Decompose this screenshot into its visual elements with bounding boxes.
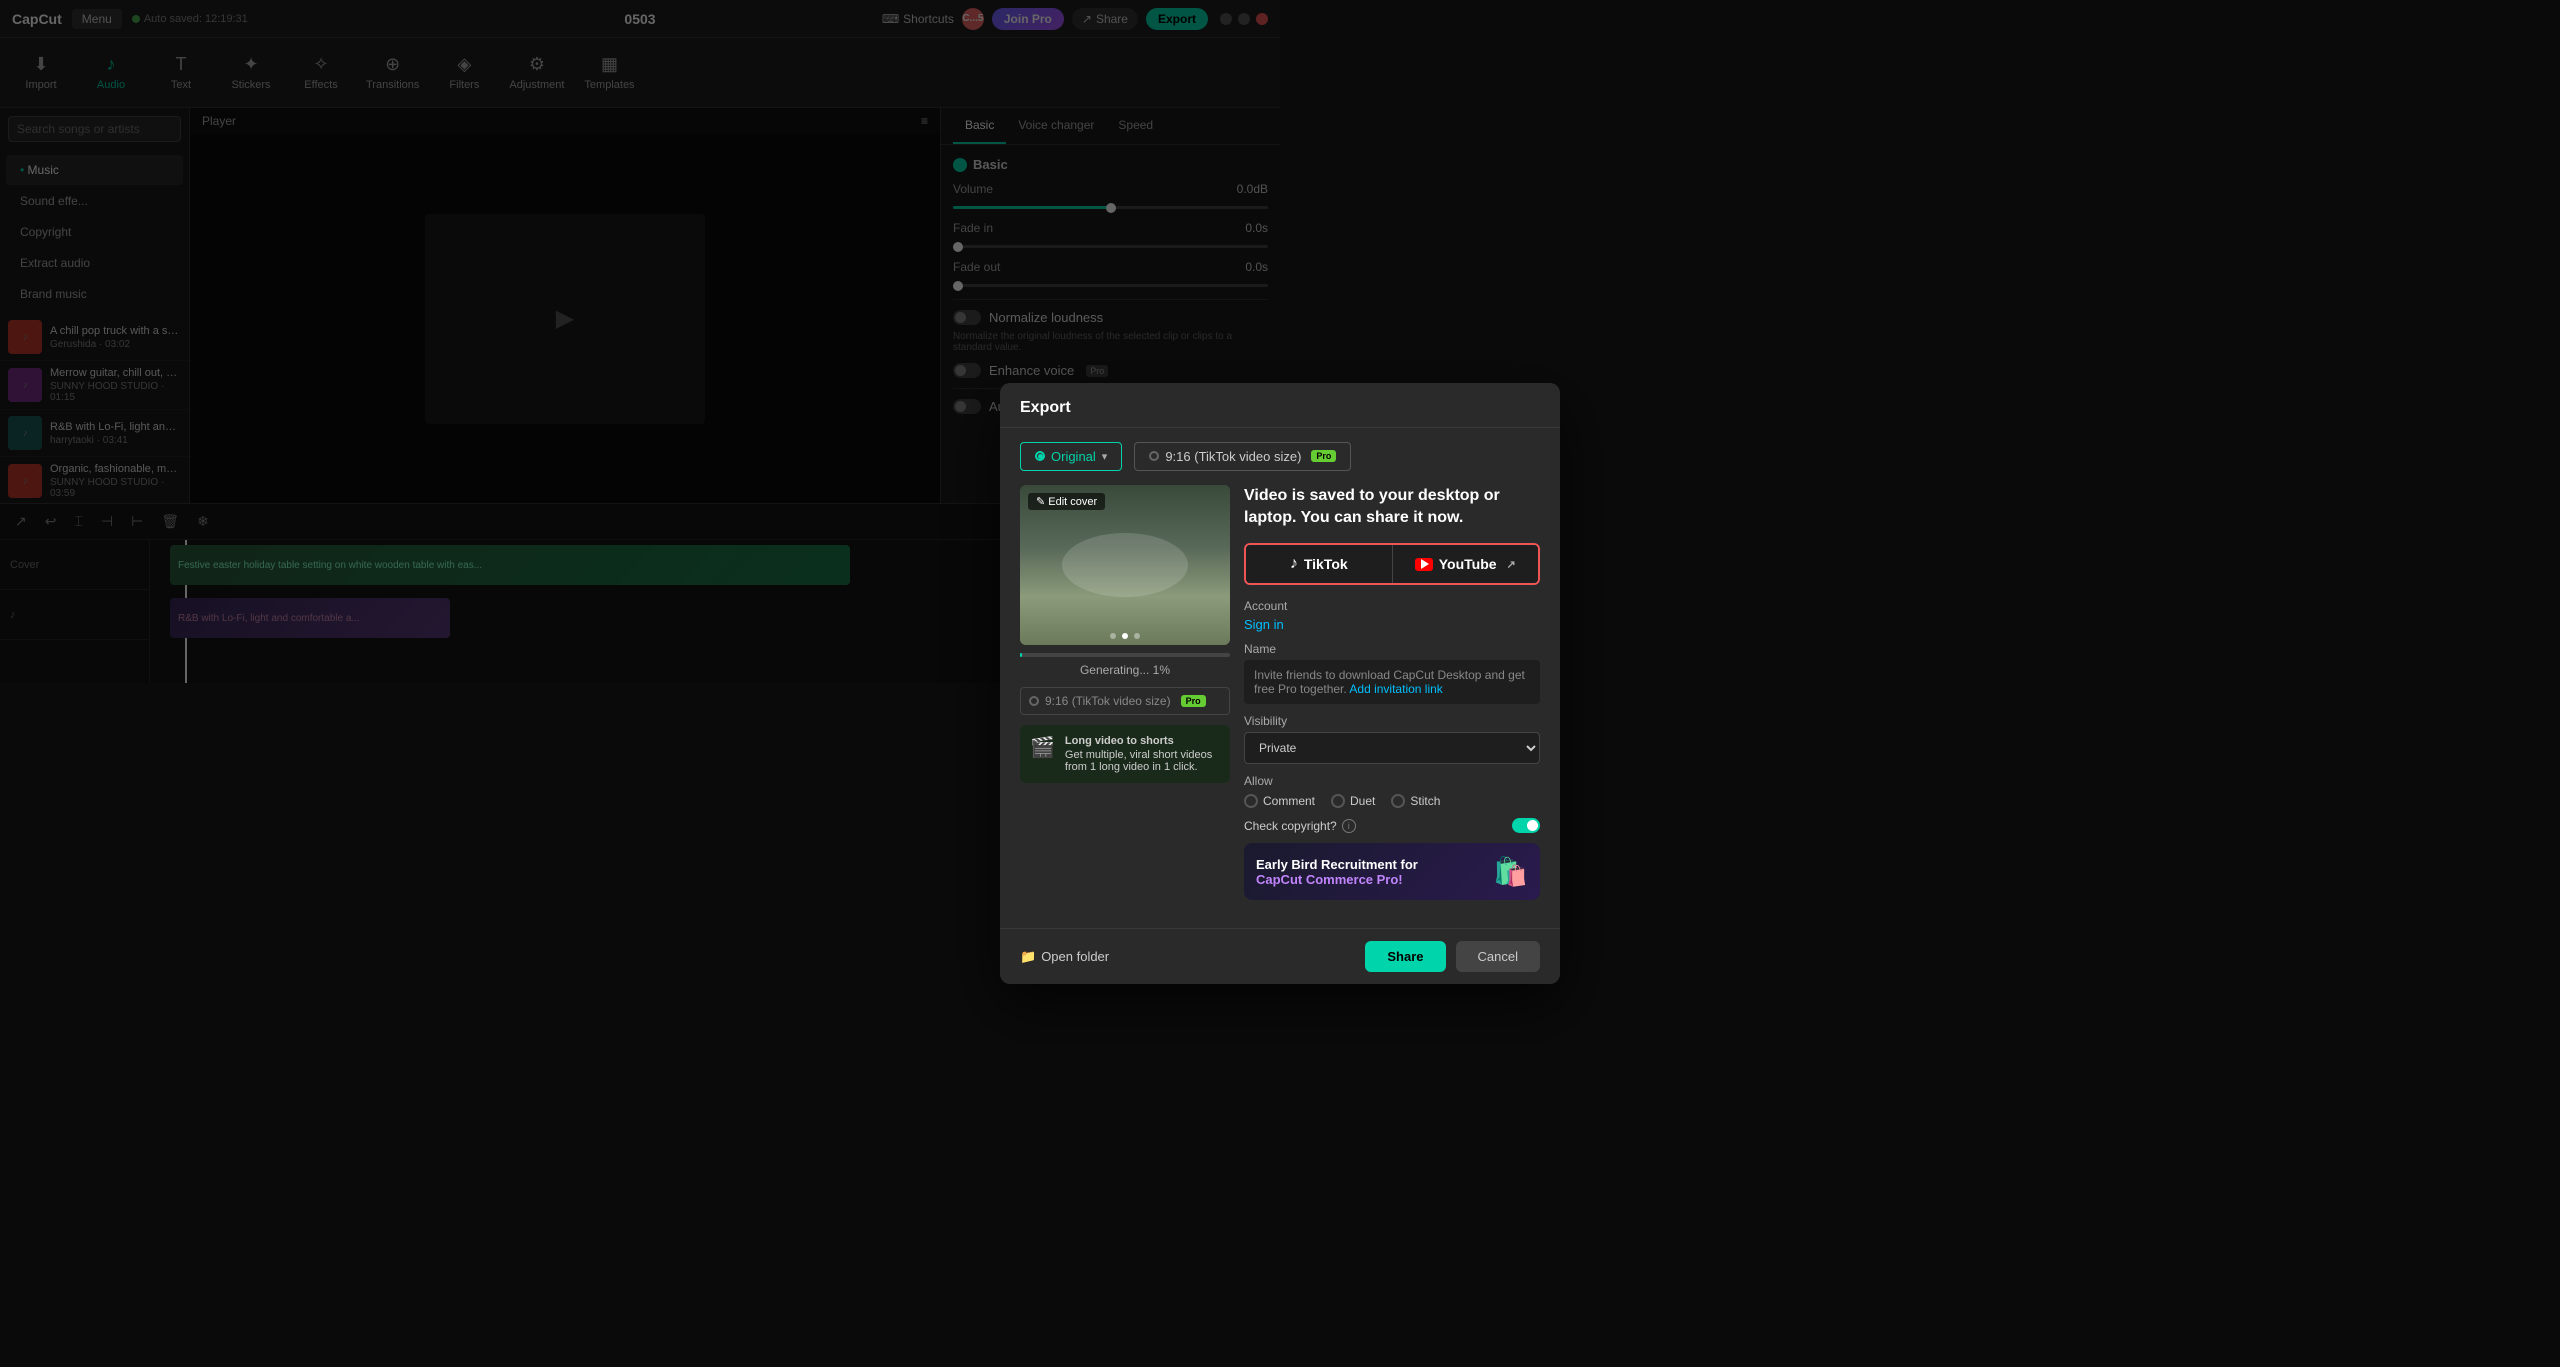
modal-body: Original ▾ 9:16 (TikTok video size) Pro: [1000, 428, 1560, 929]
allow-options: Comment Duet Stitch: [1244, 794, 1540, 808]
info-icon[interactable]: i: [1342, 819, 1356, 833]
modal-right: Video is saved to your desktop or laptop…: [1244, 485, 1540, 915]
preview-controls: [1110, 633, 1140, 639]
preview-dot-1: [1110, 633, 1116, 639]
allow-duet[interactable]: Duet: [1331, 794, 1375, 808]
duet-label: Duet: [1350, 794, 1375, 808]
format-tabs: Original ▾ 9:16 (TikTok video size) Pro: [1020, 442, 1540, 471]
sign-in-link[interactable]: Sign in: [1244, 617, 1284, 632]
progress-bar-track: [1020, 653, 1230, 657]
format-916-label: 9:16 (TikTok video size): [1165, 449, 1301, 464]
stitch-label: Stitch: [1410, 794, 1440, 808]
footer-buttons: Share Cancel: [1365, 941, 1540, 972]
format-916-radio: [1149, 451, 1159, 461]
pro-badge-size: Pro: [1181, 695, 1206, 707]
youtube-label: YouTube: [1439, 556, 1497, 572]
allow-section: Allow Comment Duet: [1244, 774, 1540, 808]
preview-dot-3: [1134, 633, 1140, 639]
modal-content-row: ✎ Edit cover Generating...: [1020, 485, 1540, 915]
size-916-option[interactable]: 9:16 (TikTok video size) Pro: [1020, 687, 1230, 715]
copyright-toggle[interactable]: [1512, 818, 1540, 833]
format-original-label: Original: [1051, 449, 1096, 464]
comment-label: Comment: [1263, 794, 1315, 808]
format-original-radio: [1035, 451, 1045, 461]
format-arrow-icon: ▾: [1102, 450, 1108, 463]
modal-headline: Video is saved to your desktop or laptop…: [1244, 485, 1540, 530]
size-label: 9:16 (TikTok video size): [1045, 694, 1171, 708]
edit-cover-button[interactable]: ✎ Edit cover: [1028, 493, 1105, 510]
promo-highlight: CapCut Commerce Pro!: [1256, 872, 1403, 887]
format-original[interactable]: Original ▾: [1020, 442, 1122, 471]
visibility-section: Visibility Private Public Friends: [1244, 714, 1540, 774]
stitch-checkbox[interactable]: [1391, 794, 1405, 808]
copyright-text: Check copyright?: [1244, 819, 1337, 833]
folder-icon: 📁: [1020, 949, 1036, 965]
tiktok-label: TikTok: [1304, 556, 1348, 572]
video-preview-box: ✎ Edit cover: [1020, 485, 1230, 645]
platform-tabs: ♪ TikTok YouTube ↗: [1244, 543, 1540, 585]
promo-icon: 🛍️: [1493, 855, 1528, 888]
visibility-label: Visibility: [1244, 714, 1540, 728]
modal-title: Export: [1020, 399, 1071, 416]
add-invitation-link[interactable]: Add invitation link: [1349, 682, 1442, 696]
modal-overlay: Export Original ▾ 9:16 (TikTok video siz…: [0, 0, 2560, 1367]
copyright-label: Check copyright? i: [1244, 819, 1356, 833]
progress-row: Generating... 1%: [1020, 653, 1230, 677]
name-section: Name Invite friends to download CapCut D…: [1244, 642, 1540, 704]
youtube-arrow-icon: ↗: [1507, 558, 1516, 571]
modal-header: Export: [1000, 383, 1560, 428]
promo-text: Early Bird Recruitment for CapCut Commer…: [1256, 857, 1483, 887]
allow-label: Allow: [1244, 774, 1540, 788]
generating-text: Generating... 1%: [1020, 663, 1230, 677]
promo-banner[interactable]: Early Bird Recruitment for CapCut Commer…: [1244, 843, 1540, 900]
name-field[interactable]: Invite friends to download CapCut Deskto…: [1244, 660, 1540, 704]
account-label: Account: [1244, 599, 1540, 613]
promo-title: Early Bird Recruitment for CapCut Commer…: [1256, 857, 1483, 887]
edit-icon: ✎: [1036, 496, 1045, 508]
visibility-select[interactable]: Private Public Friends: [1244, 732, 1540, 764]
banner-icon: 🎬: [1030, 735, 1055, 760]
tiktok-icon: ♪: [1290, 555, 1298, 573]
progress-bar-fill: [1020, 653, 1022, 657]
name-label: Name: [1244, 642, 1540, 656]
long-video-banner[interactable]: 🎬 Long video to shorts Get multiple, vir…: [1020, 725, 1230, 783]
banner-text: Long video to shorts Get multiple, viral…: [1065, 735, 1220, 773]
tiktok-tab[interactable]: ♪ TikTok: [1246, 545, 1393, 583]
duet-checkbox[interactable]: [1331, 794, 1345, 808]
comment-checkbox[interactable]: [1244, 794, 1258, 808]
allow-comment[interactable]: Comment: [1244, 794, 1315, 808]
banner-desc: Get multiple, viral short videos from 1 …: [1065, 749, 1220, 773]
banner-title: Long video to shorts: [1065, 735, 1220, 747]
modal-footer: 📁 Open folder Share Cancel: [1000, 928, 1560, 984]
edit-cover-label: Edit cover: [1048, 496, 1097, 508]
allow-stitch[interactable]: Stitch: [1391, 794, 1440, 808]
open-folder-label: Open folder: [1041, 949, 1109, 964]
youtube-icon: [1415, 558, 1433, 571]
account-row: Account Sign in: [1244, 599, 1540, 632]
export-modal: Export Original ▾ 9:16 (TikTok video siz…: [1000, 383, 1560, 985]
preview-dot-2: [1122, 633, 1128, 639]
promo-title-text: Early Bird Recruitment for: [1256, 857, 1418, 872]
youtube-tab[interactable]: YouTube ↗: [1393, 545, 1539, 583]
modal-preview: ✎ Edit cover Generating...: [1020, 485, 1230, 915]
cancel-modal-button[interactable]: Cancel: [1456, 941, 1540, 972]
share-modal-button[interactable]: Share: [1365, 941, 1445, 972]
open-folder-button[interactable]: 📁 Open folder: [1020, 949, 1109, 965]
pro-badge-916: Pro: [1311, 450, 1336, 462]
size-radio: [1029, 696, 1039, 706]
copyright-row: Check copyright? i: [1244, 818, 1540, 833]
format-916[interactable]: 9:16 (TikTok video size) Pro: [1134, 442, 1351, 471]
